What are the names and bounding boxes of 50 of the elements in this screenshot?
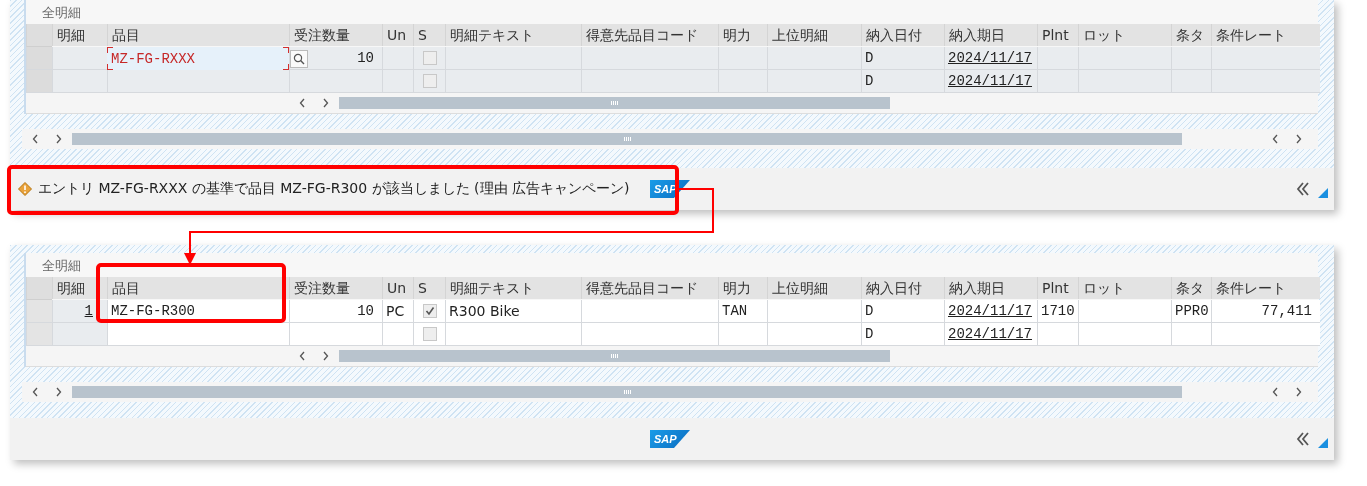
table-cell: 77,411 <box>1211 300 1320 323</box>
table-cell: D <box>861 70 944 93</box>
table-cell: 10 <box>289 300 382 323</box>
table-cell: PC <box>382 300 413 323</box>
column-header[interactable]: 得意先品目コード <box>581 24 718 46</box>
table-cell: PPR0 <box>1171 300 1211 323</box>
column-header[interactable]: 条件レート <box>1211 24 1320 46</box>
cell-link[interactable]: 2024/11/17 <box>948 73 1032 89</box>
cell-link[interactable]: 2024/11/17 <box>948 303 1032 319</box>
column-header[interactable]: 明細テキスト <box>445 277 581 299</box>
table-cell: TAN <box>718 300 767 323</box>
column-header[interactable]: 明力 <box>718 277 767 299</box>
status-message: エントリ MZ-FG-RXXX の基準で品目 MZ-FG-R300 が該当しました (理由 広告キャンペーン) <box>38 180 630 198</box>
column-header[interactable]: 納入日付 <box>861 24 944 46</box>
column-header[interactable]: 上位明細 <box>767 277 861 299</box>
column-header[interactable]: 受注数量 <box>289 277 382 299</box>
column-header[interactable]: 明細 <box>52 24 107 46</box>
column-header[interactable]: 品目 <box>107 277 289 299</box>
column-header[interactable]: 得意先品目コード <box>581 277 718 299</box>
column-header[interactable]: 条タ <box>1171 24 1211 46</box>
column-header[interactable]: 明力 <box>718 24 767 46</box>
column-header[interactable]: 納入期日 <box>944 24 1037 46</box>
table-cell: D <box>861 47 944 70</box>
column-header[interactable]: S <box>413 24 445 46</box>
column-header[interactable]: 明細 <box>52 277 107 299</box>
cell-link[interactable]: 1 <box>84 303 93 319</box>
column-header[interactable]: 受注数量 <box>289 24 382 46</box>
column-header[interactable]: 納入日付 <box>861 277 944 299</box>
column-header[interactable]: 条件レート <box>1211 277 1320 299</box>
column-header[interactable]: Plnt <box>1037 24 1078 46</box>
section-title: 全明細 <box>41 4 82 22</box>
table-cell: 1710 <box>1037 300 1078 323</box>
column-header[interactable]: Un <box>382 277 413 299</box>
column-header[interactable]: ロット <box>1078 277 1171 299</box>
column-header[interactable]: 明細テキスト <box>445 24 581 46</box>
column-header[interactable]: 上位明細 <box>767 24 861 46</box>
column-header[interactable]: ロット <box>1078 24 1171 46</box>
table-cell: D <box>861 300 944 323</box>
cell-link[interactable]: 2024/11/17 <box>948 50 1032 66</box>
table-cell: R300 Bike <box>445 300 581 323</box>
column-header[interactable]: 品目 <box>107 24 289 46</box>
table-cell: D <box>861 323 944 346</box>
column-header[interactable]: S <box>413 277 445 299</box>
column-header[interactable]: Plnt <box>1037 277 1078 299</box>
logo: SAP <box>650 430 690 448</box>
column-header[interactable]: 納入期日 <box>944 277 1037 299</box>
cell-link[interactable]: 2024/11/17 <box>948 326 1032 342</box>
column-header[interactable]: 条タ <box>1171 277 1211 299</box>
section-title: 全明細 <box>41 257 82 275</box>
column-header[interactable]: Un <box>382 24 413 46</box>
